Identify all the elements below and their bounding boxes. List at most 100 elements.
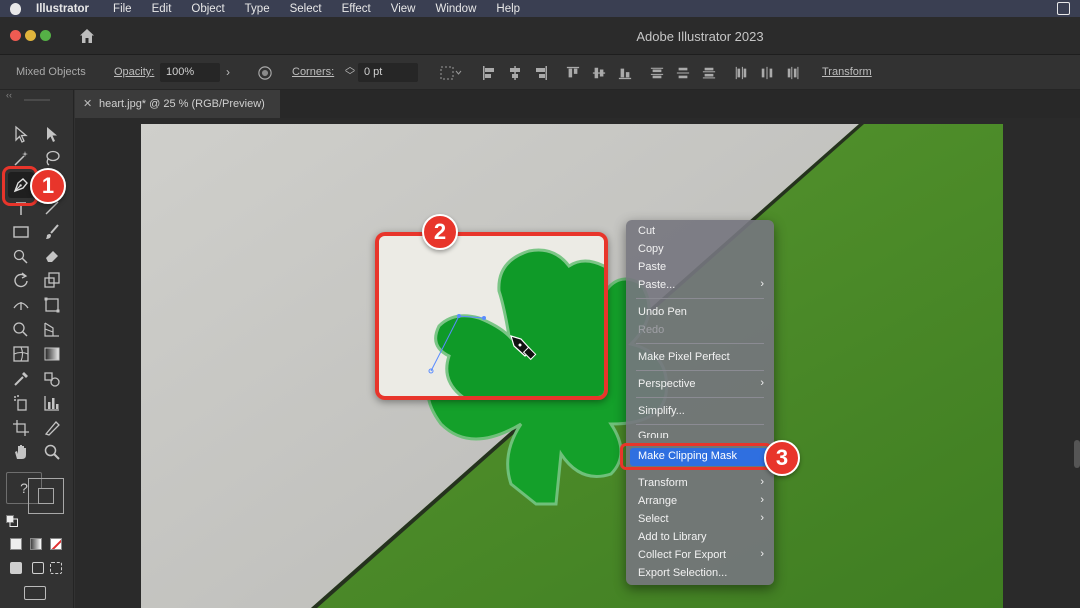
symbol-sprayer-tool-icon[interactable]: [11, 393, 31, 413]
transform-link[interactable]: Transform: [822, 66, 872, 78]
draw-normal-icon[interactable]: [10, 562, 22, 574]
collapse-panel-icon[interactable]: ‹‹: [6, 90, 12, 100]
menu-file[interactable]: File: [113, 3, 132, 15]
direct-selection-tool-icon[interactable]: [42, 124, 62, 144]
distribute-hcenter-icon[interactable]: [760, 65, 774, 81]
menu-help[interactable]: Help: [496, 3, 520, 15]
slice-tool-icon[interactable]: [42, 418, 62, 438]
artboard-tool-icon[interactable]: [11, 418, 31, 438]
gradient-mode-button[interactable]: [30, 538, 42, 550]
home-icon[interactable]: [78, 27, 96, 45]
distribute-right-icon[interactable]: [786, 65, 800, 81]
distribute-left-icon[interactable]: [734, 65, 748, 81]
gradient-tool-icon[interactable]: [42, 344, 62, 364]
align-right-icon[interactable]: [534, 65, 548, 81]
align-to-selection-icon[interactable]: [440, 65, 462, 81]
lasso-tool-icon[interactable]: [42, 148, 62, 168]
menu-edit[interactable]: Edit: [152, 3, 172, 15]
menu-item-arrange[interactable]: Arrange ›: [626, 493, 774, 511]
recolor-artwork-icon[interactable]: [258, 65, 272, 81]
align-center-icon[interactable]: [508, 65, 522, 81]
corners-stepper-icon[interactable]: ︿ ﹀: [345, 63, 355, 82]
panel-grip: [24, 99, 50, 101]
menu-item-make-pixel-perfect[interactable]: Make Pixel Perfect: [626, 349, 774, 367]
menu-type[interactable]: Type: [245, 3, 270, 15]
hand-tool-icon[interactable]: [11, 442, 31, 462]
context-menu: Cut Copy Paste Paste... › Undo Pen Redo M…: [626, 220, 774, 585]
apple-icon[interactable]: [8, 0, 22, 17]
menu-item-group[interactable]: Group: [626, 428, 774, 438]
opacity-label[interactable]: Opacity:: [114, 66, 154, 78]
rotate-tool-icon[interactable]: [11, 270, 31, 290]
menu-window[interactable]: Window: [435, 3, 476, 15]
paintbrush-tool-icon[interactable]: [42, 222, 62, 242]
align-left-icon[interactable]: [482, 65, 496, 81]
submenu-arrow-icon: ›: [760, 476, 764, 488]
width-tool-icon[interactable]: [11, 295, 31, 315]
blend-tool-icon[interactable]: [42, 369, 62, 389]
document-tab[interactable]: ✕ heart.jpg* @ 25 % (RGB/Preview): [75, 90, 280, 118]
distribute-bottom-icon[interactable]: [702, 65, 716, 81]
menu-illustrator[interactable]: Illustrator: [36, 3, 89, 15]
submenu-arrow-icon: ›: [760, 512, 764, 524]
menu-item-simplify[interactable]: Simplify...: [626, 403, 774, 421]
zoom-window-button[interactable]: [40, 30, 51, 41]
minimize-window-button[interactable]: [25, 30, 36, 41]
column-graph-tool-icon[interactable]: [42, 393, 62, 413]
menu-object[interactable]: Object: [191, 3, 224, 15]
none-mode-button[interactable]: [50, 538, 62, 550]
eraser-tool-icon[interactable]: [42, 246, 62, 266]
opacity-field[interactable]: 100%: [160, 63, 220, 82]
screen-mode-icon[interactable]: [24, 586, 46, 600]
perspective-grid-tool-icon[interactable]: [42, 319, 62, 339]
eyedropper-tool-icon[interactable]: [11, 369, 31, 389]
selection-tool-icon[interactable]: [11, 124, 31, 144]
align-middle-icon[interactable]: [592, 65, 606, 81]
menu-separator: [636, 370, 764, 371]
app-title: Adobe Illustrator 2023: [636, 29, 764, 44]
default-fill-stroke-icon[interactable]: [6, 514, 18, 527]
shape-builder-tool-icon[interactable]: [11, 319, 31, 339]
menu-effect[interactable]: Effect: [342, 3, 371, 15]
stroke-swatch-inner: [38, 488, 54, 504]
menu-item-collect-for-export[interactable]: Collect For Export ›: [626, 547, 774, 565]
magic-wand-tool-icon[interactable]: [11, 148, 31, 168]
align-bottom-icon[interactable]: [618, 65, 632, 81]
menu-item-transform[interactable]: Transform ›: [626, 475, 774, 493]
menu-select[interactable]: Select: [290, 3, 322, 15]
opacity-chevron-icon[interactable]: ›: [226, 65, 230, 79]
draw-behind-icon[interactable]: [32, 562, 44, 574]
draw-inside-icon[interactable]: [50, 562, 62, 574]
title-bar: Adobe Illustrator 2023: [0, 17, 1080, 55]
close-window-button[interactable]: [10, 30, 21, 41]
menu-item-copy[interactable]: Copy: [626, 241, 774, 259]
menu-item-add-to-library[interactable]: Add to Library: [626, 529, 774, 547]
corners-label[interactable]: Corners:: [292, 66, 334, 78]
selection-type-label: Mixed Objects: [16, 66, 86, 78]
step-3-badge: 3: [764, 440, 800, 476]
shaper-tool-icon[interactable]: [11, 246, 31, 266]
menu-item-export-selection[interactable]: Export Selection...: [626, 565, 774, 583]
menu-item-paste-submenu[interactable]: Paste... ›: [626, 277, 774, 295]
distribute-center-icon[interactable]: [676, 65, 690, 81]
vertical-scrollbar[interactable]: [1074, 440, 1080, 468]
scale-tool-icon[interactable]: [42, 270, 62, 290]
menu-item-paste[interactable]: Paste: [626, 259, 774, 277]
rectangle-tool-icon[interactable]: [11, 222, 31, 242]
adobe-status-icon[interactable]: [1057, 2, 1070, 15]
menu-item-cut[interactable]: Cut: [626, 223, 774, 241]
macos-menu-bar: Illustrator File Edit Object Type Select…: [0, 0, 1080, 17]
menu-item-perspective[interactable]: Perspective ›: [626, 376, 774, 394]
menu-view[interactable]: View: [391, 3, 416, 15]
zoom-tool-icon[interactable]: [42, 442, 62, 462]
corners-field[interactable]: 0 pt: [358, 63, 418, 82]
free-transform-tool-icon[interactable]: [42, 295, 62, 315]
close-icon[interactable]: ✕: [83, 97, 92, 110]
menu-item-select[interactable]: Select ›: [626, 511, 774, 529]
align-top-icon[interactable]: [566, 65, 580, 81]
mesh-tool-icon[interactable]: [11, 344, 31, 364]
document-tab-title: heart.jpg* @ 25 % (RGB/Preview): [99, 98, 265, 110]
menu-item-undo-pen[interactable]: Undo Pen: [626, 304, 774, 322]
color-mode-button[interactable]: [10, 538, 22, 550]
distribute-top-icon[interactable]: [650, 65, 664, 81]
